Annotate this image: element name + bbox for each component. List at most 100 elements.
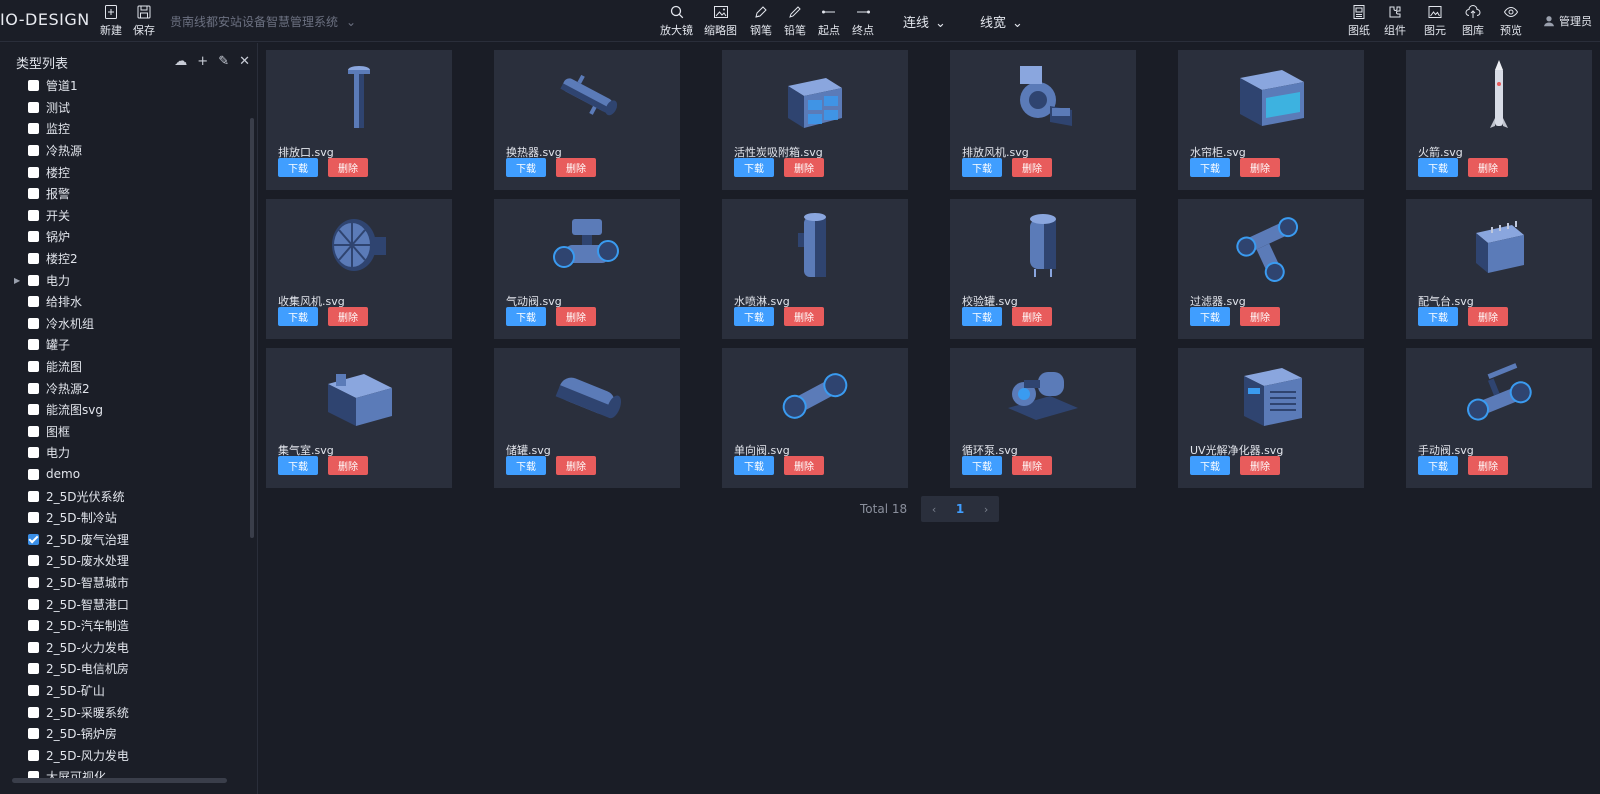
delete-button[interactable]: 删除 [556,307,596,326]
delete-button[interactable]: 删除 [784,307,824,326]
download-button[interactable]: 下载 [962,307,1002,326]
preview-button[interactable]: 预览 [1500,4,1522,38]
tree-item[interactable]: 2_5D-智慧城市 [14,572,246,594]
tree-item[interactable]: 给排水 [14,291,246,313]
tree-checkbox[interactable] [28,317,39,329]
tree-item[interactable]: 2_5D-矿山 [14,680,246,702]
download-button[interactable]: 下载 [1418,456,1458,475]
new-button[interactable]: 新建 [100,4,122,38]
tree-checkbox[interactable] [28,598,39,610]
delete-button[interactable]: 删除 [556,158,596,177]
tree-item[interactable]: 2_5D光伏系统 [14,485,246,507]
component-card[interactable]: 循环泵.svg 下载 删除 [950,348,1136,488]
tree-checkbox[interactable] [28,404,39,416]
tree-item[interactable]: 报警 [14,183,246,205]
drawing-button[interactable]: 图纸 [1348,4,1370,38]
tree-item[interactable]: 2_5D-汽车制造 [14,615,246,637]
tree-item[interactable]: 图框 [14,421,246,443]
component-card[interactable]: 过滤器.svg 下载 删除 [1178,199,1364,339]
delete-button[interactable]: 删除 [1240,456,1280,475]
delete-button[interactable]: 删除 [1468,307,1508,326]
download-button[interactable]: 下载 [734,307,774,326]
download-button[interactable]: 下载 [962,158,1002,177]
gallery-button[interactable]: 图库 [1462,4,1484,38]
prev-page-button[interactable]: ‹ [921,503,947,516]
pen-button[interactable]: 钢笔 [750,4,772,38]
tree-checkbox[interactable] [28,188,39,200]
tree-item[interactable]: 2_5D-锅炉房 [14,723,246,745]
tree-checkbox[interactable] [28,728,39,740]
tree-item[interactable]: demo [14,464,246,486]
component-card[interactable]: 水喷淋.svg 下载 删除 [722,199,908,339]
delete-button[interactable]: 删除 [328,307,368,326]
tree-checkbox[interactable] [28,663,39,675]
tree-checkbox[interactable] [28,166,39,178]
tree-checkbox[interactable] [28,123,39,135]
tree-item[interactable]: 2_5D-火力发电 [14,636,246,658]
component-card[interactable]: 火箭.svg 下载 删除 [1406,50,1592,190]
delete-button[interactable]: 删除 [1012,307,1052,326]
end-point-button[interactable]: 终点 [852,4,874,38]
download-button[interactable]: 下载 [278,307,318,326]
download-button[interactable]: 下载 [1418,307,1458,326]
tree-checkbox[interactable] [28,209,39,221]
tree-checkbox[interactable] [28,425,39,437]
delete-button[interactable]: 删除 [328,158,368,177]
component-card[interactable]: 活性炭吸附箱.svg 下载 删除 [722,50,908,190]
download-button[interactable]: 下载 [962,456,1002,475]
tree-item[interactable]: 监控 [14,118,246,140]
tree-item[interactable]: 冷热源2 [14,377,246,399]
tree-item[interactable]: 2_5D-废气治理 [14,528,246,550]
expand-caret-icon[interactable]: ▶ [14,276,28,285]
tree-item[interactable]: 锅炉 [14,226,246,248]
component-card[interactable]: 换热器.svg 下载 删除 [494,50,680,190]
cloud-upload-icon[interactable]: ☁ [174,54,187,69]
delete-button[interactable]: 删除 [1012,456,1052,475]
line-type-dropdown[interactable]: 连线 ⌄ [903,12,946,31]
tree-item[interactable]: 管道1 [14,75,246,97]
horizontal-scrollbar[interactable] [12,778,227,783]
start-point-button[interactable]: 起点 [818,4,840,38]
tree-checkbox[interactable] [28,274,39,286]
component-card[interactable]: UV光解净化器.svg 下载 删除 [1178,348,1364,488]
tree-checkbox[interactable] [28,296,39,308]
tree-item[interactable]: 2_5D-智慧港口 [14,593,246,615]
download-button[interactable]: 下载 [278,158,318,177]
component-card[interactable]: 储罐.svg 下载 删除 [494,348,680,488]
download-button[interactable]: 下载 [506,158,546,177]
component-card[interactable]: 排放口.svg 下载 删除 [266,50,452,190]
tree-checkbox[interactable] [28,706,39,718]
tree-item[interactable]: 能流图svg [14,399,246,421]
delete-button[interactable]: 删除 [1240,158,1280,177]
edit-icon[interactable]: ✎ [218,54,229,69]
tree-item[interactable]: 楼控 [14,161,246,183]
tree-item[interactable]: 能流图 [14,356,246,378]
component-card[interactable]: 水帘柜.svg 下载 删除 [1178,50,1364,190]
download-button[interactable]: 下载 [506,456,546,475]
component-card[interactable]: 集气室.svg 下载 删除 [266,348,452,488]
delete-button[interactable]: 删除 [556,456,596,475]
component-card[interactable]: 收集风机.svg 下载 删除 [266,199,452,339]
delete-button[interactable]: 删除 [328,456,368,475]
tree-checkbox[interactable] [28,253,39,265]
tree-checkbox[interactable] [28,684,39,696]
plus-icon[interactable]: + [197,54,208,69]
component-card[interactable]: 排放风机.svg 下载 删除 [950,50,1136,190]
delete-button[interactable]: 删除 [1012,158,1052,177]
delete-button[interactable]: 删除 [784,158,824,177]
component-card[interactable]: 气动阀.svg 下载 删除 [494,199,680,339]
tree-checkbox[interactable] [28,101,39,113]
download-button[interactable]: 下载 [734,158,774,177]
download-button[interactable]: 下载 [1190,307,1230,326]
delete-button[interactable]: 删除 [1240,307,1280,326]
tree-item[interactable]: 2_5D-电信机房 [14,658,246,680]
component-card[interactable]: 单向阀.svg 下载 删除 [722,348,908,488]
tree-item[interactable]: 2_5D-废水处理 [14,550,246,572]
download-button[interactable]: 下载 [1190,456,1230,475]
magnifier-button[interactable]: 放大镜 [660,4,693,38]
tree-item[interactable]: 电力 [14,442,246,464]
download-button[interactable]: 下载 [506,307,546,326]
tree-checkbox[interactable] [28,576,39,588]
tree-checkbox[interactable] [28,339,39,351]
tree-checkbox[interactable] [28,749,39,761]
